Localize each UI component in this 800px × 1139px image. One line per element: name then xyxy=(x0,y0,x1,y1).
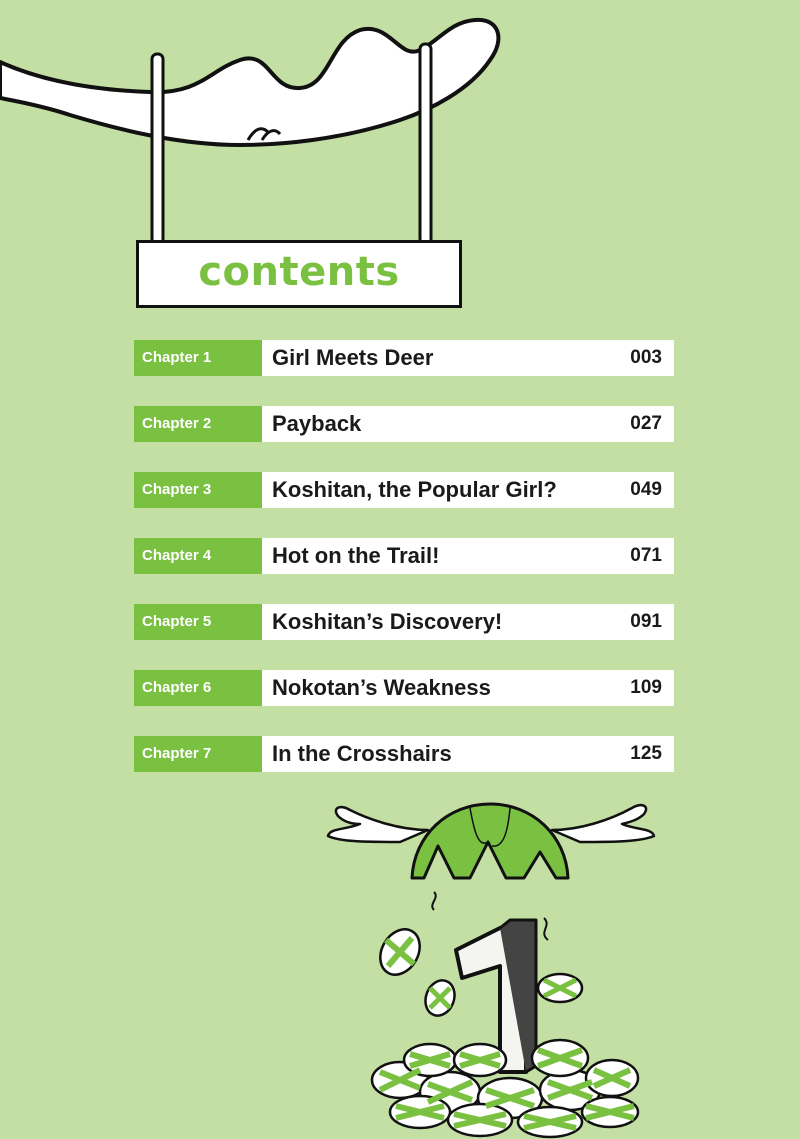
chapter-label: Chapter 1 xyxy=(142,349,212,366)
chapter-page-number: 109 xyxy=(630,677,662,698)
chapter-label: Chapter 7 xyxy=(142,745,212,762)
toc-row-chapter-3[interactable]: Chapter 3 Koshitan, the Popular Girl? 04… xyxy=(134,472,674,508)
chapter-page-number: 049 xyxy=(630,479,662,500)
chapter-title: Payback xyxy=(272,411,362,436)
chapter-title: In the Crosshairs xyxy=(272,741,452,766)
toc-row-chapter-1[interactable]: Chapter 1 Girl Meets Deer 003 xyxy=(134,340,674,376)
chapter-label: Chapter 2 xyxy=(142,415,212,432)
chapter-title: Nokotan’s Weakness xyxy=(272,675,491,700)
chapter-page-number: 125 xyxy=(630,743,662,764)
chapter-label: Chapter 5 xyxy=(142,613,212,630)
contents-sign: contents xyxy=(136,240,462,308)
chapter-page-number: 003 xyxy=(630,347,662,368)
chapter-page-number: 071 xyxy=(630,545,662,566)
toc-row-chapter-7[interactable]: Chapter 7 In the Crosshairs 125 xyxy=(134,736,674,772)
toc-row-chapter-4[interactable]: Chapter 4 Hot on the Trail! 071 xyxy=(134,538,674,574)
toc-row-chapter-5[interactable]: Chapter 5 Koshitan’s Discovery! 091 xyxy=(134,604,674,640)
chapter-label: Chapter 4 xyxy=(142,547,212,564)
chapter-title: Girl Meets Deer xyxy=(272,345,434,370)
chapter-title: Koshitan’s Discovery! xyxy=(272,609,503,634)
chapter-page-number: 027 xyxy=(630,413,662,434)
toc-row-chapter-6[interactable]: Chapter 6 Nokotan’s Weakness 109 xyxy=(134,670,674,706)
chapter-label: Chapter 3 xyxy=(142,481,212,498)
antler-helmet-number-one-illustration xyxy=(326,802,656,1139)
page-title: contents xyxy=(198,249,400,295)
chapter-label: Chapter 6 xyxy=(142,679,212,696)
contents-page: contents Chapter 1 Girl Meets Deer 003 C… xyxy=(0,0,800,1139)
toc-row-chapter-2[interactable]: Chapter 2 Payback 027 xyxy=(134,406,674,442)
chapter-page-number: 091 xyxy=(630,611,662,632)
table-of-contents: Chapter 1 Girl Meets Deer 003 Chapter 2 … xyxy=(134,340,674,802)
chapter-title: Koshitan, the Popular Girl? xyxy=(272,477,557,502)
chapter-title: Hot on the Trail! xyxy=(272,543,440,568)
